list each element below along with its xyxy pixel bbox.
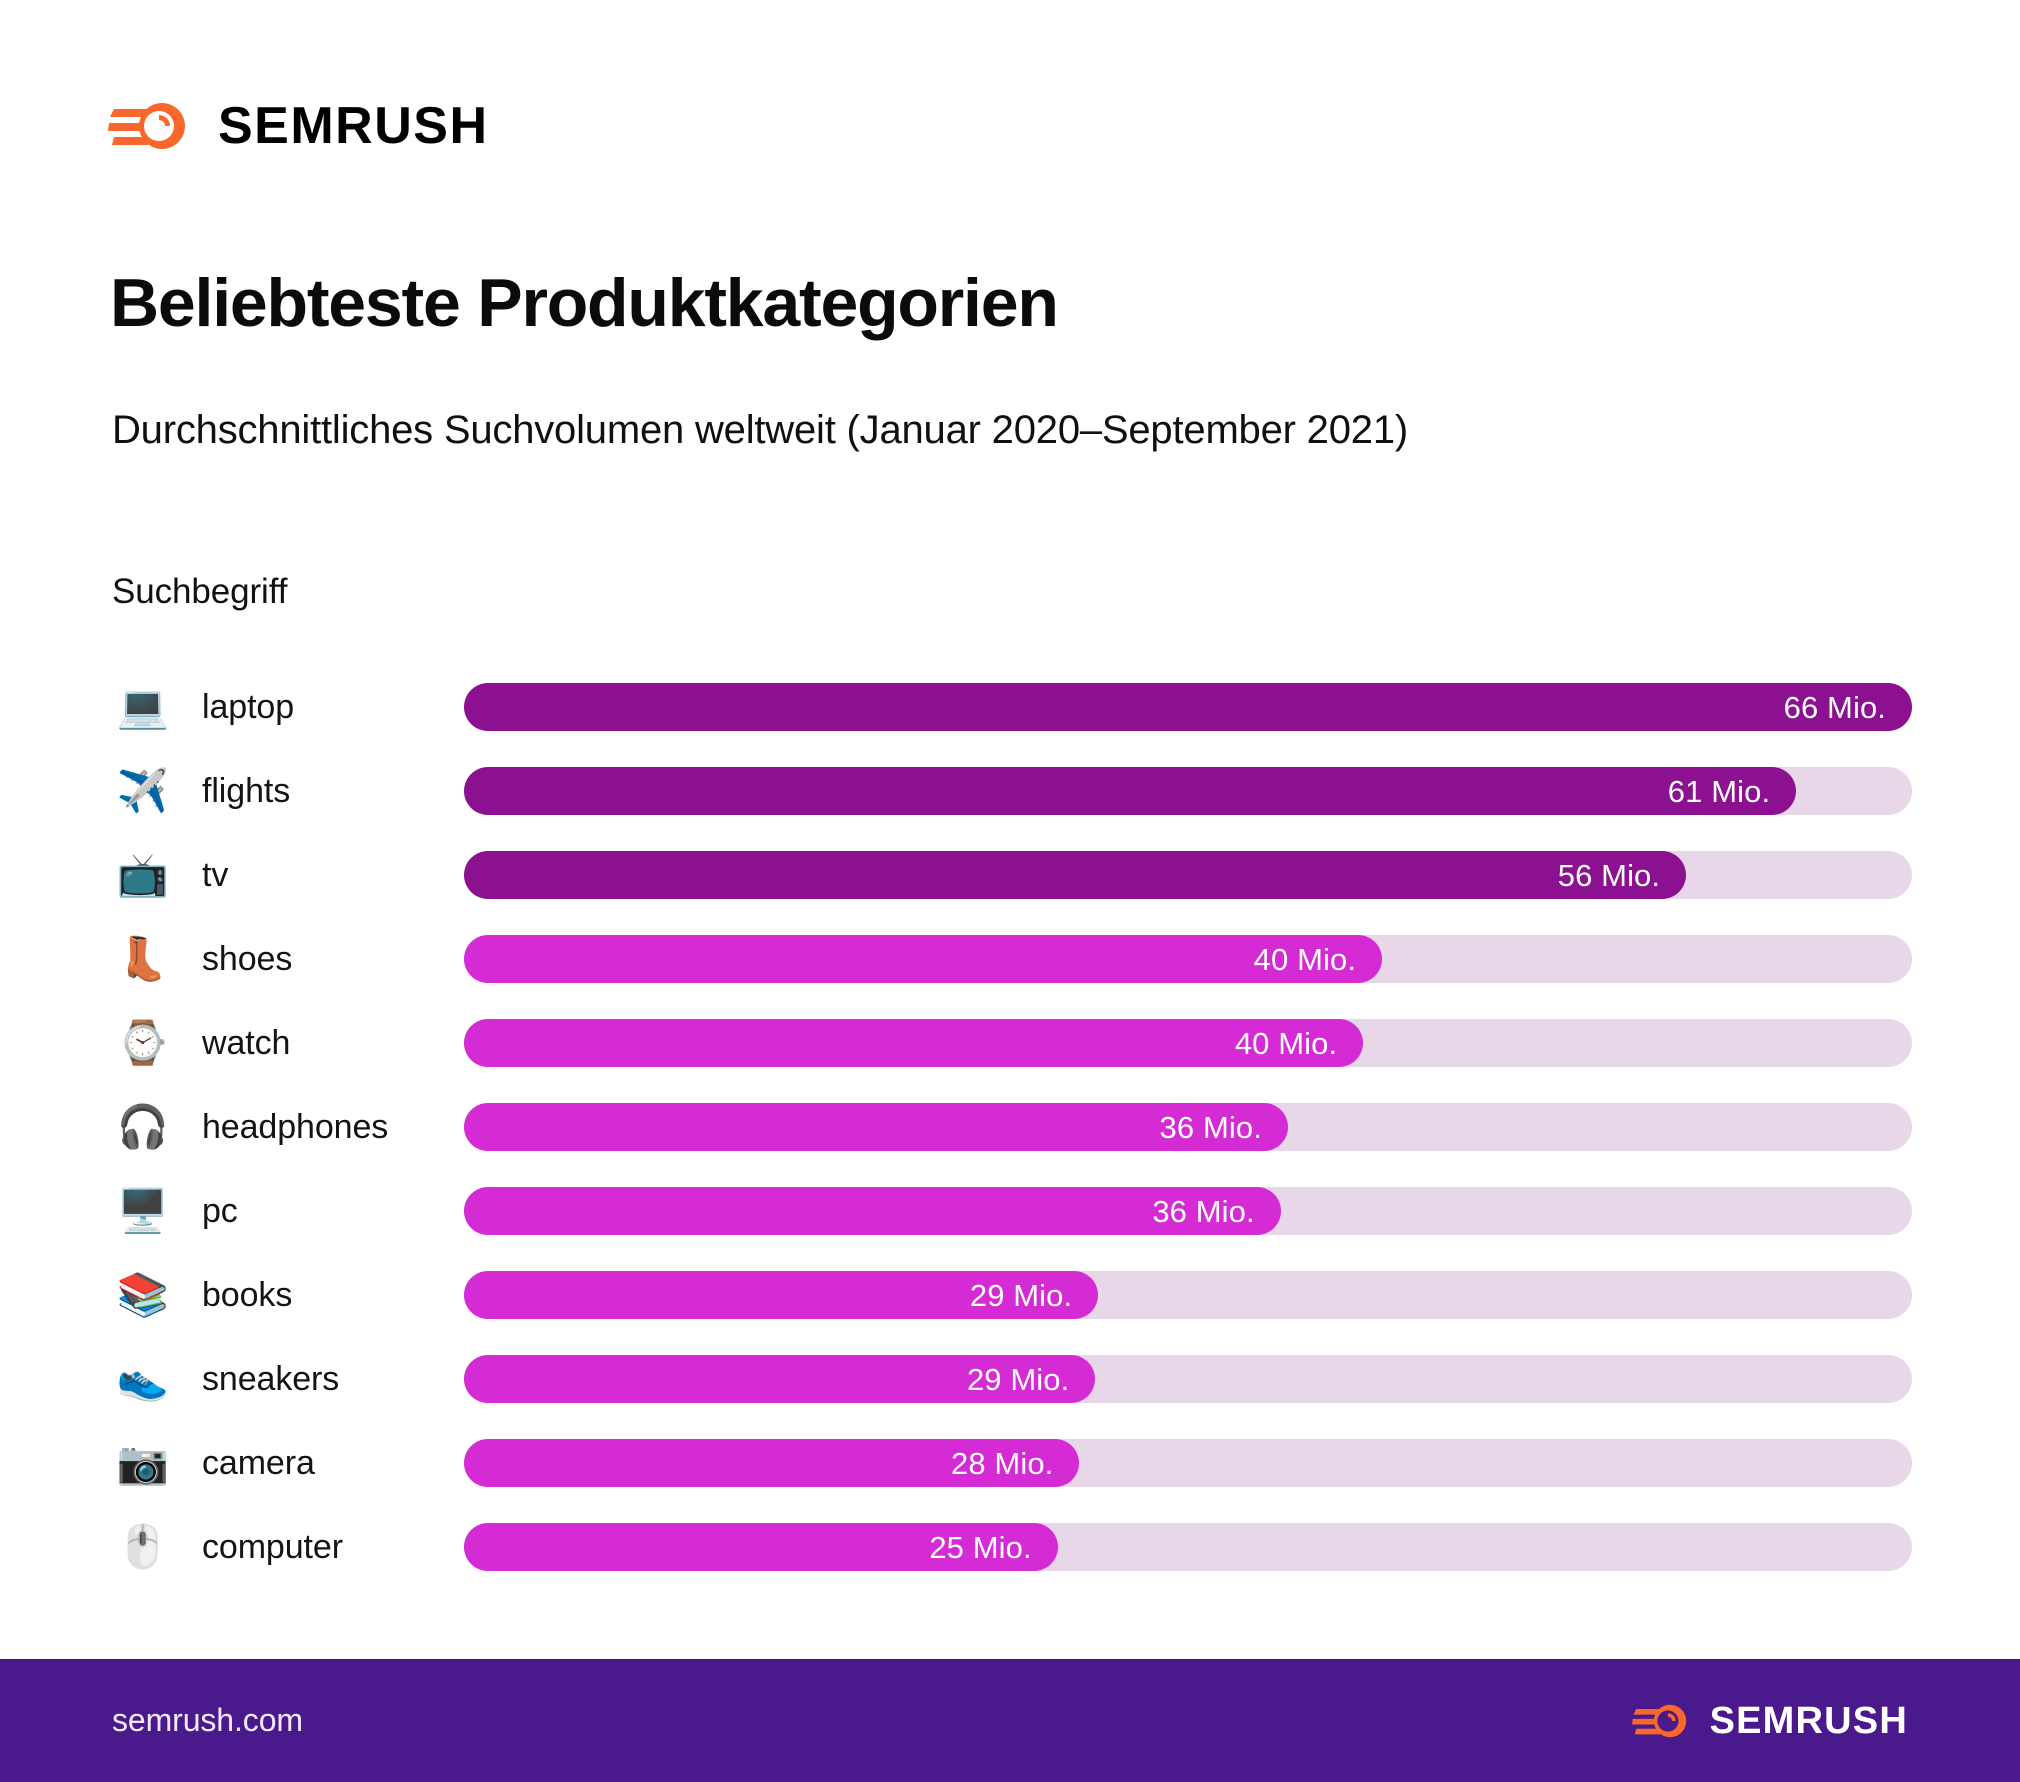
sneaker-emoji: 👟 xyxy=(116,1354,170,1403)
bar-track: 36 Mio. xyxy=(464,1103,1912,1151)
laptop-emoji: 💻 xyxy=(116,682,170,731)
bar-value-label: 61 Mio. xyxy=(1667,773,1771,809)
chart-row: ⌚ watch 40 Mio. xyxy=(112,1001,1912,1085)
row-label: tv xyxy=(202,855,229,894)
row-label: camera xyxy=(202,1443,315,1482)
bar-track: 36 Mio. xyxy=(464,1187,1912,1235)
bar-track: 29 Mio. xyxy=(464,1271,1912,1319)
chart-row: 🎧 headphones 36 Mio. xyxy=(112,1085,1912,1169)
bar-fill: 25 Mio. xyxy=(464,1523,1058,1571)
bar-track: 40 Mio. xyxy=(464,1019,1912,1067)
row-label: flights xyxy=(202,771,291,810)
television-emoji: 📺 xyxy=(116,850,170,899)
chart-row: 💻 laptop 66 Mio. xyxy=(112,665,1912,749)
row-label: watch xyxy=(202,1023,291,1062)
bar-track: 40 Mio. xyxy=(464,935,1912,983)
semrush-comet-icon xyxy=(108,95,196,157)
bar-fill: 66 Mio. xyxy=(464,683,1912,731)
camera-emoji: 📷 xyxy=(116,1438,170,1487)
bar-fill: 40 Mio. xyxy=(464,1019,1364,1067)
row-label: laptop xyxy=(202,687,295,726)
bar-value-label: 66 Mio. xyxy=(1783,689,1886,725)
chart-row: ✈️ flights 61 Mio. xyxy=(112,749,1912,833)
footer-semrush-logo: SEMRUSH xyxy=(1631,1699,1908,1743)
bar-fill: 61 Mio. xyxy=(464,767,1797,815)
bar-fill: 40 Mio. xyxy=(464,935,1383,983)
column-header-search-term: Suchbegriff xyxy=(112,572,288,611)
bar-value-label: 40 Mio. xyxy=(1253,941,1357,977)
chart-row: 🖥️ pc 36 Mio. xyxy=(112,1169,1912,1253)
infographic-page: SEMRUSH Beliebteste Produktkategorien Du… xyxy=(0,0,2020,1782)
row-label: headphones xyxy=(202,1107,389,1146)
chart-row: 📚 books 29 Mio. xyxy=(112,1253,1912,1337)
bar-track: 25 Mio. xyxy=(464,1523,1912,1571)
row-label: books xyxy=(202,1275,293,1314)
row-label: shoes xyxy=(202,939,293,978)
bar-track: 28 Mio. xyxy=(464,1439,1912,1487)
bar-track: 56 Mio. xyxy=(464,851,1912,899)
bar-value-label: 29 Mio. xyxy=(966,1361,1070,1397)
bar-value-label: 25 Mio. xyxy=(929,1529,1032,1565)
desktop-emoji: 🖥️ xyxy=(116,1186,170,1235)
bar-fill: 28 Mio. xyxy=(464,1439,1080,1487)
page-subtitle: Durchschnittliches Suchvolumen weltweit … xyxy=(112,408,1408,452)
bar-value-label: 56 Mio. xyxy=(1557,857,1661,893)
bar-value-label: 36 Mio. xyxy=(1152,1193,1255,1229)
books-emoji: 📚 xyxy=(116,1270,170,1319)
row-label: sneakers xyxy=(202,1359,340,1398)
bar-fill: 29 Mio. xyxy=(464,1271,1099,1319)
footer-url[interactable]: semrush.com xyxy=(112,1702,303,1739)
bar-track: 61 Mio. xyxy=(464,767,1912,815)
footer-semrush-comet-icon xyxy=(1631,1699,1694,1743)
bar-fill: 36 Mio. xyxy=(464,1187,1281,1235)
footer-semrush-wordmark: SEMRUSH xyxy=(1709,1699,1908,1742)
bar-fill: 29 Mio. xyxy=(464,1355,1096,1403)
mouse-emoji: 🖱️ xyxy=(116,1522,170,1571)
row-label: computer xyxy=(202,1527,343,1566)
airplane-emoji: ✈️ xyxy=(116,766,170,815)
bar-fill: 36 Mio. xyxy=(464,1103,1288,1151)
bar-chart: 💻 laptop 66 Mio. ✈️ flights 61 Mio. 📺 tv 56 Mio.… xyxy=(112,665,1912,1589)
watch-emoji: ⌚ xyxy=(116,1018,170,1067)
bar-track: 29 Mio. xyxy=(464,1355,1912,1403)
boot-emoji: 👢 xyxy=(116,934,170,983)
bar-value-label: 40 Mio. xyxy=(1234,1025,1338,1061)
chart-row: 👢 shoes 40 Mio. xyxy=(112,917,1912,1001)
headphone-emoji: 🎧 xyxy=(116,1102,170,1151)
semrush-wordmark: SEMRUSH xyxy=(218,97,489,155)
bar-value-label: 29 Mio. xyxy=(969,1277,1073,1313)
footer-bar: semrush.com SEMRUSH xyxy=(0,1659,2020,1782)
bar-value-label: 36 Mio. xyxy=(1159,1109,1262,1145)
chart-row: 👟 sneakers 29 Mio. xyxy=(112,1337,1912,1421)
chart-row: 📺 tv 56 Mio. xyxy=(112,833,1912,917)
bar-fill: 56 Mio. xyxy=(464,851,1687,899)
page-title: Beliebteste Produktkategorien xyxy=(110,265,1059,341)
semrush-logo: SEMRUSH xyxy=(108,95,489,157)
chart-row: 📷 camera 28 Mio. xyxy=(112,1421,1912,1505)
bar-track: 66 Mio. xyxy=(464,683,1912,731)
row-label: pc xyxy=(202,1191,238,1230)
bar-value-label: 28 Mio. xyxy=(951,1445,1054,1481)
chart-row: 🖱️ computer 25 Mio. xyxy=(112,1505,1912,1589)
